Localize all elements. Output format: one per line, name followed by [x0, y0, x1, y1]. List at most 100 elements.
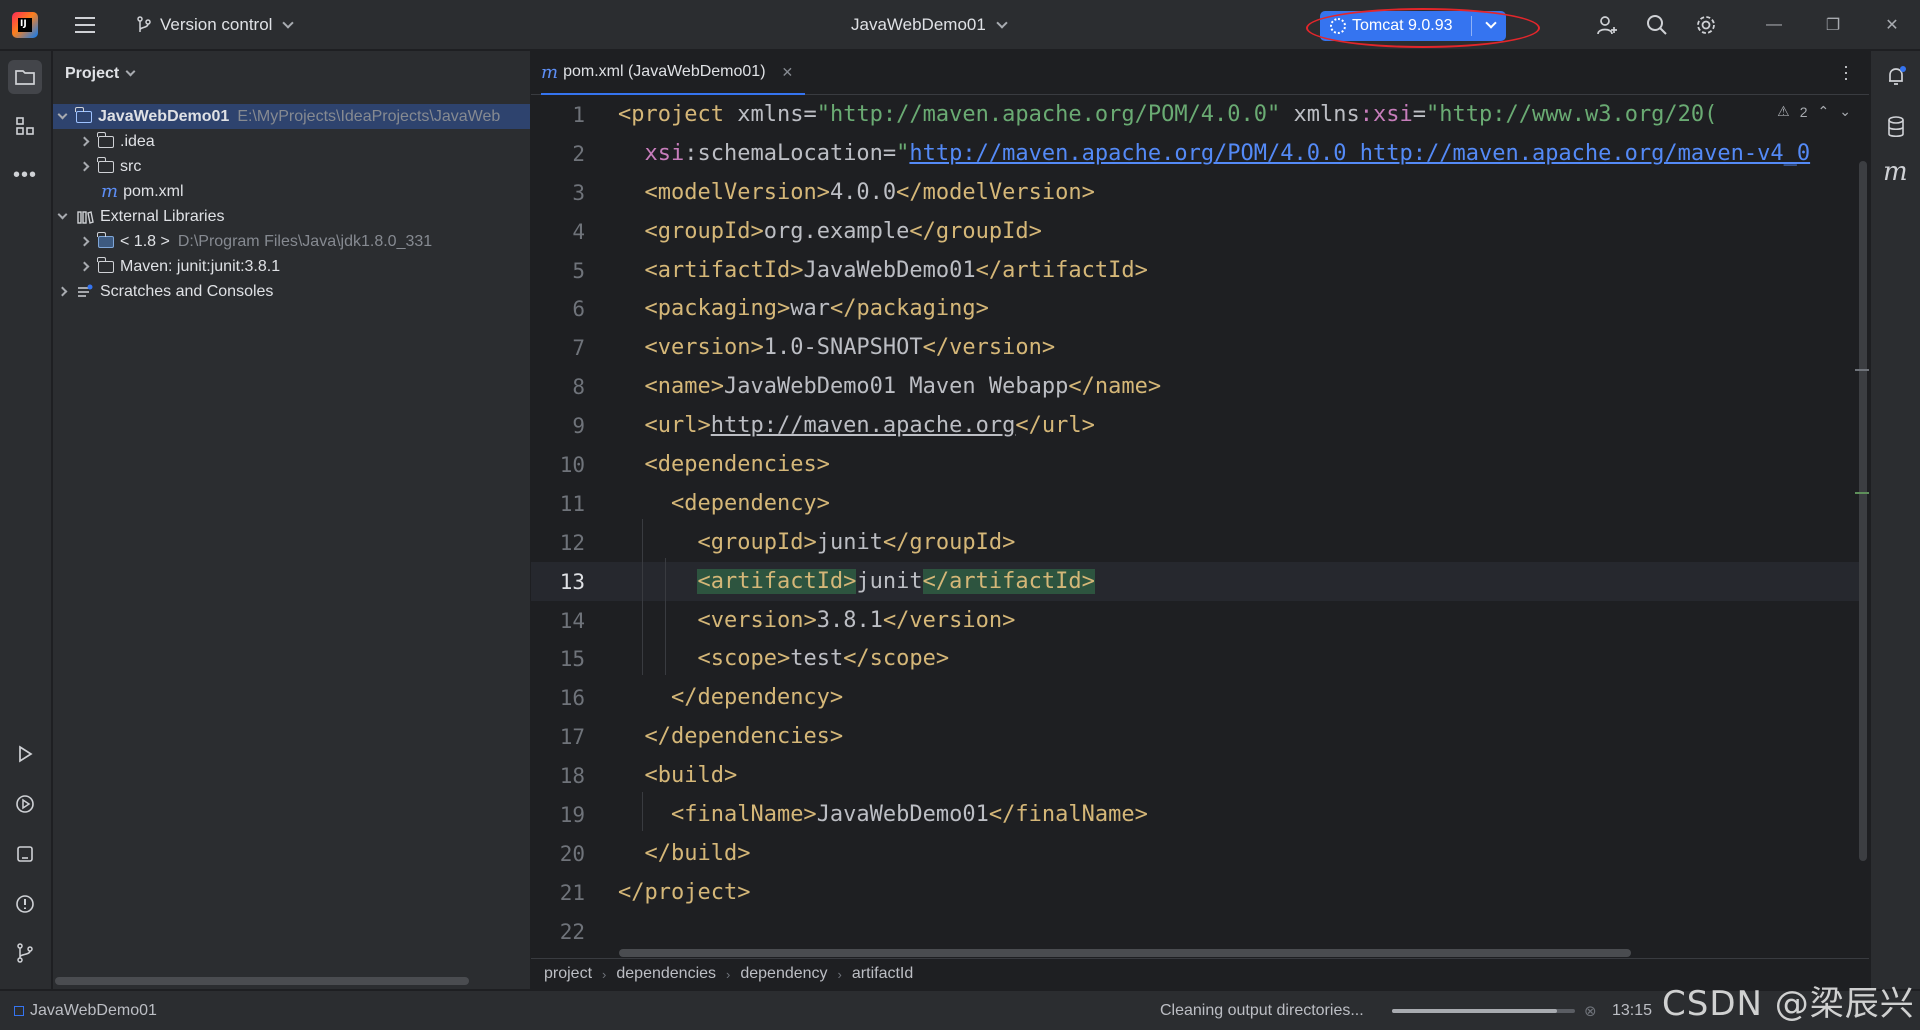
line-number[interactable]: 9	[531, 407, 585, 446]
inspection-widget[interactable]: ⚠ 2 ⌃ ⌄	[1777, 103, 1851, 120]
tree-item-label: External Libraries	[100, 207, 225, 225]
terminal-tool-button[interactable]	[8, 837, 42, 871]
line-number[interactable]: 13	[531, 563, 585, 602]
expand-arrow-icon[interactable]	[57, 109, 68, 120]
code-line-2: xsi:schemaLocation="http://maven.apache.…	[618, 135, 1838, 174]
project-switcher[interactable]: JavaWebDemo01	[851, 0, 1008, 50]
xml-tag: <build>	[644, 763, 738, 789]
gear-icon[interactable]	[1694, 13, 1718, 37]
next-highlight-icon[interactable]: ⌄	[1839, 103, 1851, 120]
maven-tool-icon[interactable]: m	[1883, 157, 1908, 187]
code-link[interactable]: http://maven.apache.org/POM/4.0.0 http:/…	[909, 141, 1810, 166]
project-view-selector[interactable]: Project	[65, 65, 136, 83]
branch-icon	[137, 16, 151, 32]
caret-position[interactable]: 13:15	[1612, 991, 1652, 1030]
version-control-widget[interactable]: Version control	[136, 0, 295, 50]
code-line-19: <finalName>JavaWebDemo01</finalName>	[618, 796, 1838, 835]
more-tools-button[interactable]: •••	[8, 158, 42, 192]
tree-item-src[interactable]: src	[53, 154, 530, 179]
line-number[interactable]: 21	[531, 874, 585, 913]
code-link[interactable]: http://maven.apache.org	[711, 413, 1016, 438]
database-icon[interactable]	[1885, 115, 1907, 139]
intellij-logo-icon[interactable]: IJ	[12, 12, 38, 38]
structure-tool-button[interactable]	[8, 109, 42, 143]
line-number[interactable]: 15	[531, 640, 585, 679]
xml-tag: <name>	[644, 374, 724, 400]
expand-arrow-icon[interactable]	[79, 261, 90, 272]
main-menu-button[interactable]	[70, 0, 100, 50]
line-number[interactable]: 16	[531, 679, 585, 718]
tree-item-project-root[interactable]: JavaWebDemo01 E:\MyProjects\IdeaProjects…	[53, 104, 530, 129]
breadcrumb-item[interactable]: dependency	[740, 965, 827, 983]
line-number[interactable]: 2	[531, 135, 585, 174]
expand-arrow-icon[interactable]	[79, 236, 90, 247]
xml-string: "http://maven.apache.org/POM/4.0.0"	[816, 102, 1281, 127]
services-tool-button[interactable]	[8, 787, 42, 821]
xml-tag: <scope>	[697, 646, 791, 672]
tree-item-junit[interactable]: Maven: junit:junit:3.8.1	[53, 254, 530, 279]
search-icon[interactable]	[1645, 13, 1669, 37]
cancel-task-icon[interactable]: ⊗	[1584, 991, 1597, 1030]
line-number[interactable]: 20	[531, 835, 585, 874]
line-number[interactable]: 18	[531, 757, 585, 796]
breadcrumb-item[interactable]: artifactId	[852, 965, 913, 983]
run-tool-button[interactable]	[8, 737, 42, 771]
line-number[interactable]: 19	[531, 796, 585, 835]
status-project-widget[interactable]: JavaWebDemo01	[14, 991, 157, 1030]
tree-item-pom[interactable]: m pom.xml	[53, 179, 530, 204]
horizontal-scrollbar[interactable]	[619, 949, 1631, 957]
more-actions-icon[interactable]: · · ·	[1843, 57, 1849, 87]
tree-item-external-libraries[interactable]: External Libraries	[53, 204, 530, 229]
line-number[interactable]: 6	[531, 290, 585, 329]
library-folder-icon	[97, 256, 114, 273]
xml-tag: <modelVersion>	[644, 179, 830, 205]
line-number[interactable]: 22	[531, 913, 585, 952]
expand-arrow-icon[interactable]	[79, 161, 90, 172]
code-line-16: </dependency>	[618, 679, 1838, 718]
close-window-button[interactable]: ✕	[1881, 14, 1903, 36]
problems-tool-button[interactable]	[8, 887, 42, 921]
xml-tag: </artifactId>	[975, 257, 1148, 283]
line-number[interactable]: 7	[531, 329, 585, 368]
folder-icon	[97, 156, 114, 173]
tree-item-scratches[interactable]: Scratches and Consoles	[53, 279, 530, 304]
line-number[interactable]: 5	[531, 252, 585, 291]
line-number[interactable]: 1	[531, 96, 585, 135]
git-tool-button[interactable]	[8, 936, 42, 970]
project-name: JavaWebDemo01	[851, 15, 986, 34]
line-number[interactable]: 8	[531, 368, 585, 407]
line-number[interactable]: 10	[531, 446, 585, 485]
minimize-button[interactable]: —	[1763, 14, 1785, 36]
tree-item-label: JavaWebDemo01	[98, 107, 230, 125]
line-number[interactable]: 14	[531, 602, 585, 641]
expand-arrow-icon[interactable]	[57, 286, 68, 297]
line-number[interactable]: 4	[531, 213, 585, 252]
xml-tag: <groupId>	[644, 218, 764, 244]
notifications-icon[interactable]	[1884, 64, 1908, 88]
horizontal-scrollbar[interactable]	[55, 977, 469, 985]
close-tab-icon[interactable]: ✕	[782, 64, 794, 81]
tree-item-label: pom.xml	[123, 182, 184, 200]
line-number[interactable]: 17	[531, 718, 585, 757]
line-number[interactable]: 3	[531, 174, 585, 213]
add-user-icon[interactable]	[1595, 13, 1619, 37]
xml-namespace: :xsi	[1359, 102, 1413, 127]
tree-item-idea[interactable]: .idea	[53, 129, 530, 154]
project-tool-button[interactable]	[8, 60, 42, 94]
line-number[interactable]: 11	[531, 485, 585, 524]
tree-item-jdk[interactable]: < 1.8 > D:\Program Files\Java\jdk1.8.0_3…	[53, 229, 530, 254]
vertical-scrollbar[interactable]	[1859, 161, 1867, 861]
line-number[interactable]: 12	[531, 524, 585, 563]
expand-arrow-icon[interactable]	[79, 136, 90, 147]
panel-title: Project	[65, 65, 120, 82]
breadcrumb-item[interactable]: project	[544, 965, 592, 983]
code-line-9: <url>http://maven.apache.org</url>	[618, 407, 1838, 446]
more-icon: •••	[12, 163, 37, 186]
code-area[interactable]: <project xmlns="http://maven.apache.org/…	[618, 96, 1838, 952]
restore-button[interactable]: ❐	[1822, 14, 1844, 36]
breadcrumb-item[interactable]: dependencies	[616, 965, 716, 983]
editor-tab-pom[interactable]: m pom.xml (JavaWebDemo01) ✕	[541, 51, 806, 95]
status-bar: JavaWebDemo01 Cleaning output directorie…	[0, 990, 1920, 1030]
expand-arrow-icon[interactable]	[57, 209, 68, 220]
previous-highlight-icon[interactable]: ⌃	[1818, 103, 1830, 120]
